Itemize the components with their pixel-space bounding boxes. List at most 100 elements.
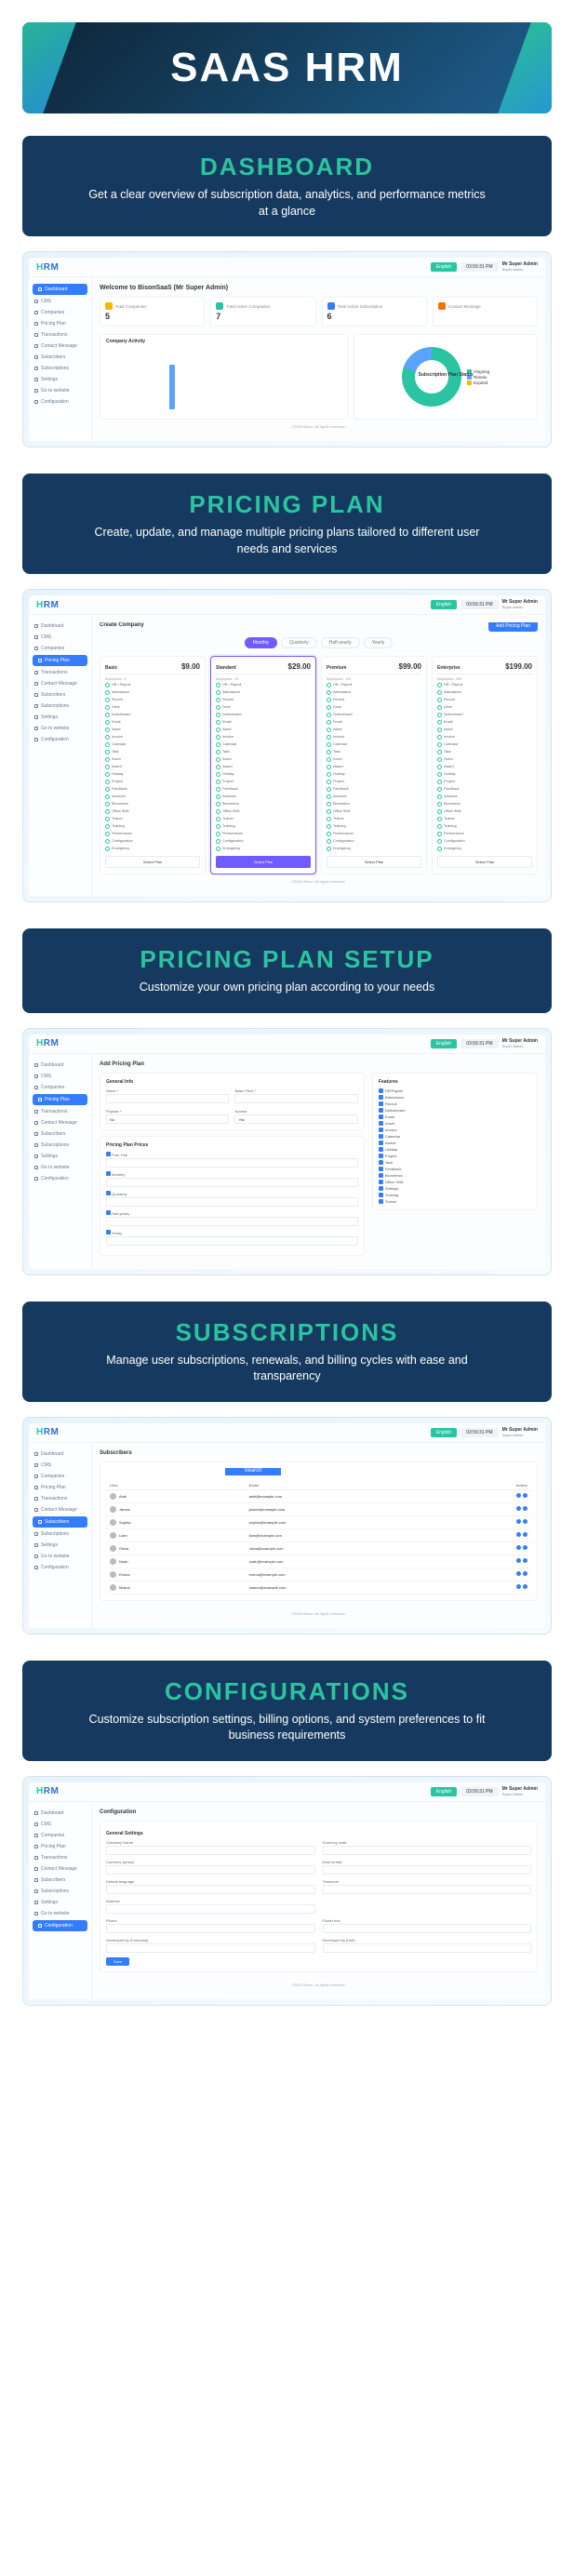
language-pill[interactable]: English	[431, 1428, 457, 1437]
sidebar-item-transactions[interactable]: Transactions	[29, 1493, 91, 1504]
select-plan-button[interactable]: Select Plan	[437, 856, 532, 868]
config-input[interactable]	[323, 1846, 532, 1855]
price-input[interactable]	[106, 1158, 358, 1168]
sidebar-item-subscriptions[interactable]: Subscriptions	[29, 1528, 91, 1540]
subs-filter-1[interactable]	[106, 1468, 162, 1475]
sidebar-item-subscriptions[interactable]: Subscriptions	[29, 1886, 91, 1897]
config-input[interactable]	[323, 1865, 532, 1875]
topbar-user[interactable]: Mr Super AdminSuper Admin	[502, 1038, 538, 1049]
action-button[interactable]	[516, 1532, 521, 1537]
price-input[interactable]	[106, 1236, 358, 1246]
logo[interactable]: HRM	[36, 600, 59, 610]
logo[interactable]: HRM	[36, 1427, 59, 1437]
sidebar-item-subscribers[interactable]: Subscribers	[29, 689, 91, 701]
sidebar-item-contact-message[interactable]: Contact Message	[29, 678, 91, 689]
basic-price-input[interactable]	[234, 1094, 357, 1103]
logo[interactable]: HRM	[36, 262, 59, 273]
sidebar-item-configuration[interactable]: Configuration	[33, 1920, 87, 1931]
action-button[interactable]	[516, 1584, 521, 1589]
sidebar-item-subscribers[interactable]: Subscribers	[29, 1875, 91, 1886]
feature-checkbox[interactable]: Holiday	[379, 1147, 531, 1152]
price-period-checkbox[interactable]	[106, 1191, 111, 1195]
sidebar-item-go-to-website[interactable]: Go to website	[29, 1162, 91, 1173]
tab-monthly[interactable]: Monthly	[245, 637, 278, 648]
action-button[interactable]	[523, 1506, 527, 1511]
sidebar-item-companies[interactable]: Companies	[29, 1082, 91, 1093]
subs-filter-2[interactable]	[166, 1468, 221, 1475]
config-input[interactable]	[323, 1885, 532, 1894]
action-button[interactable]	[523, 1558, 527, 1563]
sidebar-item-subscribers[interactable]: Subscribers	[29, 352, 91, 363]
config-input[interactable]	[323, 1924, 532, 1933]
config-input[interactable]	[106, 1943, 315, 1953]
sidebar-item-transactions[interactable]: Transactions	[29, 329, 91, 340]
sidebar-item-pricing-plan[interactable]: Pricing Plan	[29, 318, 91, 329]
config-input[interactable]	[106, 1865, 315, 1875]
config-input[interactable]	[106, 1904, 315, 1914]
price-period-checkbox[interactable]	[106, 1171, 111, 1176]
feature-checkbox[interactable]: Calendar	[379, 1134, 531, 1139]
sidebar-item-subscriptions[interactable]: Subscriptions	[29, 363, 91, 374]
topbar-user[interactable]: Mr Super AdminSuper Admin	[502, 1427, 538, 1438]
logo[interactable]: HRM	[36, 1038, 59, 1048]
name-input[interactable]	[106, 1094, 229, 1103]
sidebar-item-settings[interactable]: Settings	[29, 1897, 91, 1908]
sidebar-item-companies[interactable]: Companies	[29, 1471, 91, 1482]
feature-checkbox[interactable]: Asset	[379, 1121, 531, 1126]
price-input[interactable]	[106, 1217, 358, 1226]
feature-checkbox[interactable]: Biometrics	[379, 1173, 531, 1178]
sidebar-item-transactions[interactable]: Transactions	[29, 1106, 91, 1117]
language-pill[interactable]: English	[431, 600, 457, 609]
price-input[interactable]	[106, 1178, 358, 1187]
sidebar-item-transactions[interactable]: Transactions	[29, 1852, 91, 1863]
sidebar-item-cms[interactable]: CMS	[29, 296, 91, 307]
sidebar-item-pricing-plan[interactable]: Pricing Plan	[29, 1841, 91, 1852]
config-input[interactable]	[106, 1846, 315, 1855]
feature-checkbox[interactable]: Noticeboard	[379, 1108, 531, 1113]
sidebar-item-configuration[interactable]: Configuration	[29, 1562, 91, 1573]
topbar-user[interactable]: Mr Super AdminSuper Admin	[502, 599, 538, 610]
action-button[interactable]	[523, 1519, 527, 1524]
sidebar-item-subscriptions[interactable]: Subscriptions	[29, 1140, 91, 1151]
sidebar-item-subscribers[interactable]: Subscribers	[33, 1516, 87, 1528]
action-button[interactable]	[516, 1571, 521, 1576]
sidebar-item-companies[interactable]: Companies	[29, 1830, 91, 1841]
sidebar-item-configuration[interactable]: Configuration	[29, 396, 91, 407]
select-plan-button[interactable]: Select Plan	[327, 856, 421, 868]
sidebar-item-go-to-website[interactable]: Go to website	[29, 1551, 91, 1562]
tab-quarterly[interactable]: Quarterly	[281, 637, 317, 648]
feature-checkbox[interactable]: Trainer	[379, 1199, 531, 1204]
action-button[interactable]	[516, 1493, 521, 1498]
sidebar-item-dashboard[interactable]: Dashboard	[29, 1060, 91, 1071]
feature-checkbox[interactable]: Office Shift	[379, 1180, 531, 1184]
add-plan-button[interactable]: Add Pricing Plan	[488, 622, 538, 632]
sidebar-item-subscriptions[interactable]: Subscriptions	[29, 701, 91, 712]
config-input[interactable]	[106, 1924, 315, 1933]
price-period-checkbox[interactable]	[106, 1152, 111, 1156]
sidebar-item-settings[interactable]: Settings	[29, 1151, 91, 1162]
sidebar-item-pricing-plan[interactable]: Pricing Plan	[33, 1094, 87, 1105]
sidebar-item-configuration[interactable]: Configuration	[29, 1173, 91, 1184]
sidebar-item-transactions[interactable]: Transactions	[29, 667, 91, 678]
sidebar-item-settings[interactable]: Settings	[29, 712, 91, 723]
feature-checkbox[interactable]: Attendance	[379, 1095, 531, 1100]
sidebar-item-companies[interactable]: Companies	[29, 307, 91, 318]
sidebar-item-dashboard[interactable]: Dashboard	[29, 1448, 91, 1460]
sidebar-item-go-to-website[interactable]: Go to website	[29, 723, 91, 734]
sidebar-item-companies[interactable]: Companies	[29, 643, 91, 654]
topbar-user[interactable]: Mr Super Admin Super Admin	[502, 261, 538, 273]
feature-checkbox[interactable]: Recruit	[379, 1101, 531, 1106]
logo[interactable]: HRM	[36, 1786, 59, 1796]
sidebar-item-contact-message[interactable]: Contact Message	[29, 1117, 91, 1128]
sidebar-item-cms[interactable]: CMS	[29, 1819, 91, 1830]
tab-yearly[interactable]: Yearly	[364, 637, 394, 648]
action-button[interactable]	[523, 1532, 527, 1537]
tab-half-yearly[interactable]: Half-yearly	[321, 637, 360, 648]
action-button[interactable]	[516, 1558, 521, 1563]
select-plan-button[interactable]: Select Plan	[105, 856, 200, 868]
sidebar-item-dashboard[interactable]: Dashboard	[29, 1808, 91, 1819]
feature-checkbox[interactable]: Training	[379, 1193, 531, 1197]
action-button[interactable]	[523, 1545, 527, 1550]
language-pill[interactable]: English	[431, 1787, 457, 1796]
sidebar-item-pricing-plan[interactable]: Pricing Plan	[33, 655, 87, 666]
